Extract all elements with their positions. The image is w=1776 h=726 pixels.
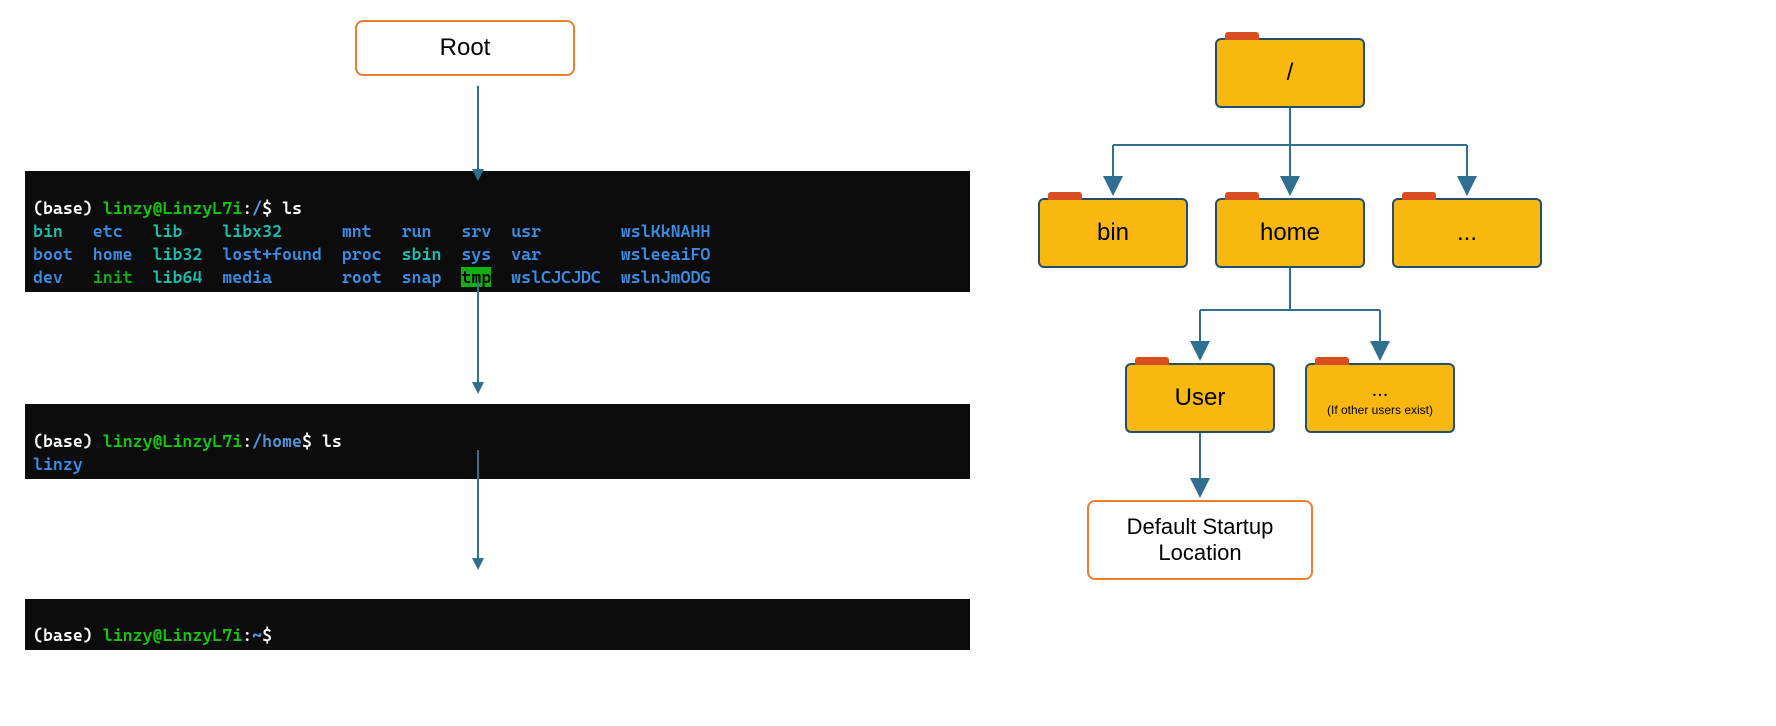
folder-user: User	[1125, 363, 1275, 433]
t3-base: (base)	[33, 625, 103, 645]
folder-other-users: ... (If other users exist)	[1305, 363, 1455, 433]
folder-home: home	[1215, 198, 1365, 268]
default-startup-location: Default Startup Location	[1087, 500, 1313, 580]
terminal-user-home: (base) linzy@LinzyL7i:~$	[25, 599, 970, 651]
t1-r1c8: wslKkNAHH	[621, 221, 711, 241]
folder-bin: bin	[1038, 198, 1188, 268]
startup-label: Default Startup Location	[1089, 514, 1311, 566]
root-label-box: Root	[355, 20, 575, 76]
t3-path: ~	[252, 625, 262, 645]
t1-r1c5: run	[402, 221, 432, 241]
t1-r2c3: lost+found	[222, 244, 322, 264]
t3-colon: :	[242, 625, 252, 645]
t1-r3c5: snap	[402, 267, 442, 287]
folder-user-label: User	[1175, 384, 1226, 412]
t1-r3c1: init	[93, 267, 133, 287]
t2-dollar: $	[302, 431, 322, 451]
t2-userhost: linzy@LinzyL7i	[103, 431, 242, 451]
t1-r3c7: wslCJCJDC	[511, 267, 601, 287]
root-label: Root	[440, 34, 491, 62]
t1-r1c2: lib	[153, 221, 183, 241]
t1-path: /	[252, 198, 262, 218]
folder-etc-label: ...	[1457, 219, 1477, 247]
t1-r3c2: lib64	[153, 267, 203, 287]
t1-r3c8: wslnJmODG	[621, 267, 711, 287]
folder-etc-dots: ...	[1392, 198, 1542, 268]
t1-r1c0: bin	[33, 221, 63, 241]
t1-colon: :	[242, 198, 252, 218]
t1-userhost: linzy@LinzyL7i	[103, 198, 242, 218]
t1-r3c4: root	[342, 267, 382, 287]
folder-other-main-text: ...	[1372, 379, 1389, 401]
t1-cmd: ls	[282, 198, 302, 218]
t1-r3c0: dev	[33, 267, 63, 287]
t1-base: (base)	[33, 198, 103, 218]
t2-base: (base)	[33, 431, 103, 451]
folder-other-main: ... (If other users exist)	[1327, 379, 1433, 417]
arrow-root-to-term1	[466, 86, 490, 181]
arrow-term2-to-term3	[466, 450, 490, 570]
t1-r1c4: mnt	[342, 221, 372, 241]
t2-path: /home	[252, 431, 302, 451]
t1-r1c3: libx32	[222, 221, 282, 241]
t1-r2c8: wsleeaiFO	[621, 244, 711, 264]
t1-r2c4: proc	[342, 244, 382, 264]
terminal-home-ls: (base) linzy@LinzyL7i:/home$ ls linzy	[25, 404, 970, 479]
t2-cmd: ls	[322, 431, 342, 451]
t1-r3c3: media	[222, 267, 272, 287]
t1-r1c7: usr	[511, 221, 541, 241]
t1-r2c0: boot	[33, 244, 73, 264]
tree-connectors	[1000, 10, 1760, 710]
t1-r2c5: sbin	[402, 244, 442, 264]
t2-r1: linzy	[33, 454, 83, 474]
folder-other-sub-text: (If other users exist)	[1327, 404, 1433, 417]
t1-r2c7: var	[511, 244, 541, 264]
folder-home-label: home	[1260, 219, 1320, 247]
t3-dollar: $	[262, 625, 272, 645]
folder-root: /	[1215, 38, 1365, 108]
t1-r2c1: home	[93, 244, 133, 264]
folder-root-label: /	[1287, 59, 1294, 87]
folder-bin-label: bin	[1097, 219, 1129, 247]
t1-r2c6: sys	[461, 244, 491, 264]
t1-r2c2: lib32	[153, 244, 203, 264]
arrow-term1-to-term2	[466, 282, 490, 394]
t1-dollar: $	[262, 198, 282, 218]
t2-colon: :	[242, 431, 252, 451]
terminal-root-ls: (base) linzy@LinzyL7i:/$ ls bin etc lib …	[25, 171, 970, 292]
t1-r1c1: etc	[93, 221, 123, 241]
t1-r1c6: srv	[461, 221, 491, 241]
t3-userhost: linzy@LinzyL7i	[103, 625, 242, 645]
